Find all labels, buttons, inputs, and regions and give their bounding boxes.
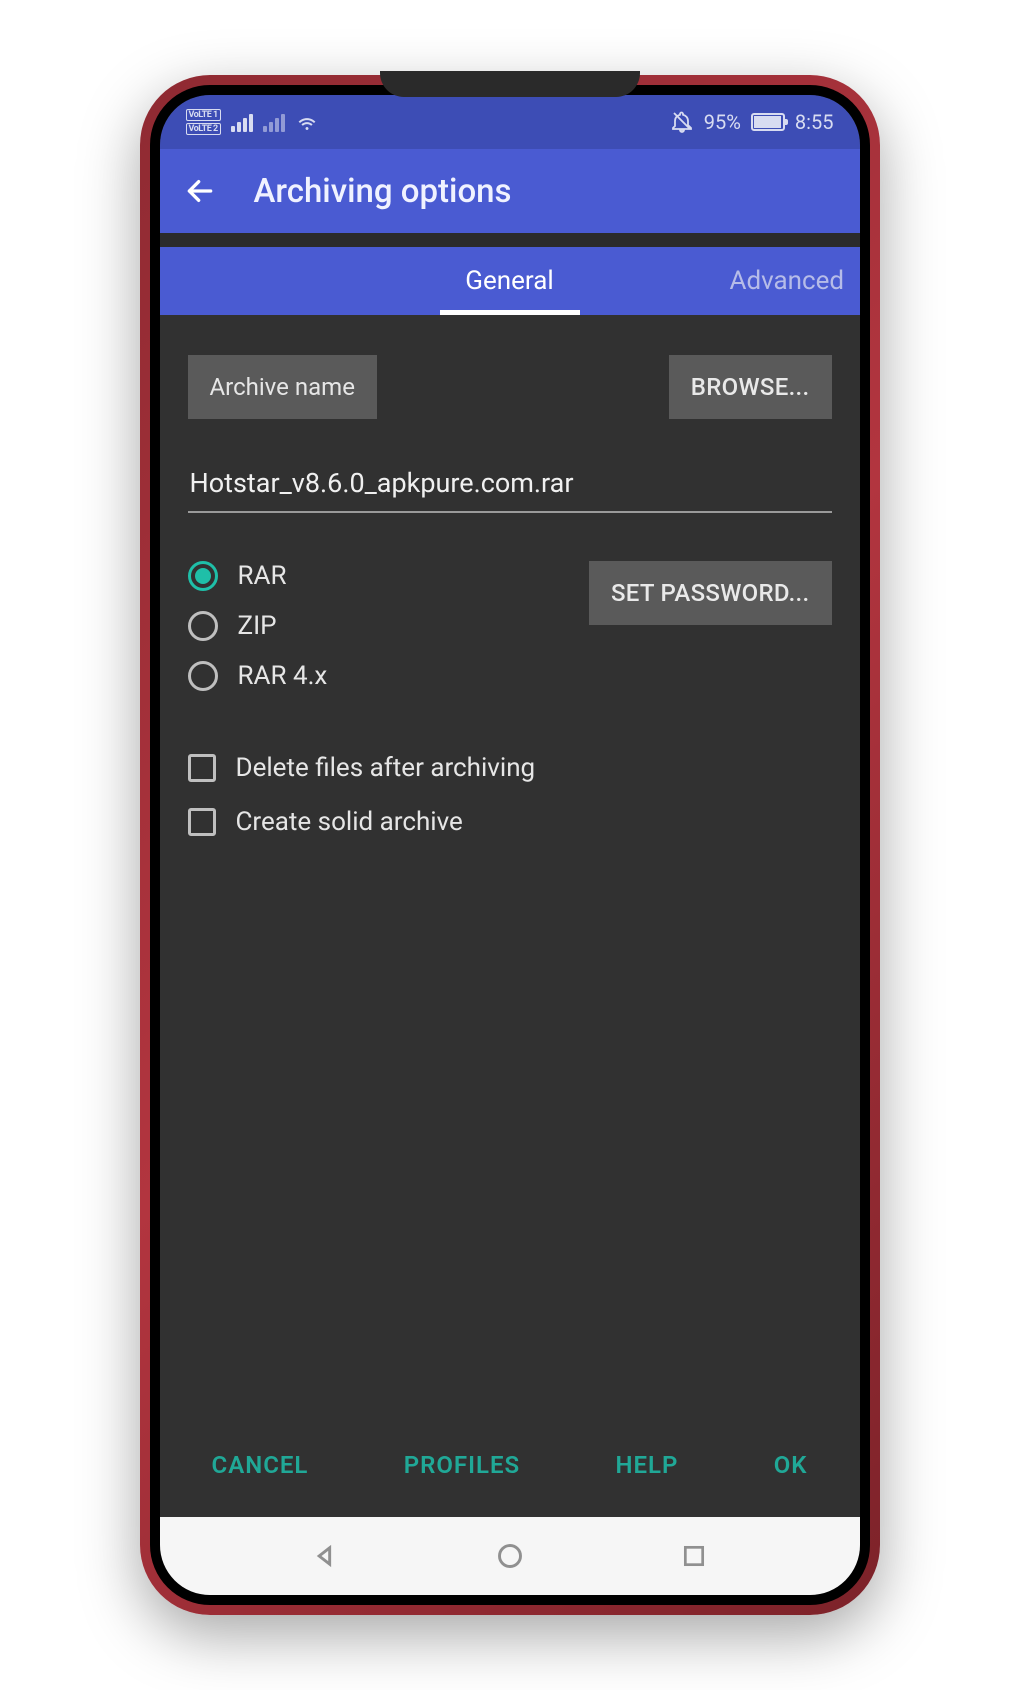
- volte-2-icon: VoLTE 2: [186, 123, 221, 135]
- nav-back-button[interactable]: [306, 1537, 344, 1575]
- mute-icon: [670, 110, 694, 134]
- divider: [160, 233, 860, 247]
- checkbox-label: Create solid archive: [236, 807, 463, 837]
- phone-bezel: VoLTE 1 VoLTE 2 95% 8:55: [150, 85, 870, 1605]
- tab-spacer-left: [160, 247, 310, 315]
- app-bar: Archiving options: [160, 149, 860, 233]
- nav-recent-button[interactable]: [675, 1537, 713, 1575]
- set-password-button[interactable]: SET PASSWORD...: [589, 561, 832, 625]
- back-button[interactable]: [182, 173, 218, 209]
- status-bar: VoLTE 1 VoLTE 2 95% 8:55: [160, 95, 860, 149]
- radio-zip[interactable]: ZIP: [188, 611, 328, 641]
- radio-rar[interactable]: RAR: [188, 561, 328, 591]
- checkbox-solid-archive[interactable]: Create solid archive: [188, 807, 832, 837]
- checkbox-icon: [188, 754, 216, 782]
- checkbox-icon: [188, 808, 216, 836]
- radio-label: RAR 4.x: [238, 661, 328, 691]
- signal-2-icon: [263, 112, 285, 132]
- browse-button[interactable]: BROWSE...: [669, 355, 832, 419]
- radio-label: RAR: [238, 561, 287, 591]
- checkbox-delete-after[interactable]: Delete files after archiving: [188, 753, 832, 783]
- cancel-button[interactable]: CANCEL: [198, 1441, 323, 1489]
- content-general: Archive name BROWSE... RAR ZIP: [160, 315, 860, 1517]
- tab-bar: General Advanced: [160, 247, 860, 315]
- checkbox-label: Delete files after archiving: [236, 753, 536, 783]
- status-right: 95% 8:55: [670, 110, 834, 134]
- phone-frame: VoLTE 1 VoLTE 2 95% 8:55: [140, 75, 880, 1615]
- options-checkbox-group: Delete files after archiving Create soli…: [188, 753, 832, 837]
- footer-actions: CANCEL PROFILES HELP OK: [188, 1417, 832, 1517]
- radio-icon: [188, 661, 218, 691]
- radio-label: ZIP: [238, 611, 277, 641]
- radio-rar4[interactable]: RAR 4.x: [188, 661, 328, 691]
- screen: VoLTE 1 VoLTE 2 95% 8:55: [160, 95, 860, 1595]
- archive-name-input[interactable]: [188, 457, 832, 513]
- volte-indicators: VoLTE 1 VoLTE 2: [186, 109, 221, 135]
- battery-icon: [751, 113, 785, 131]
- profiles-button[interactable]: PROFILES: [390, 1441, 534, 1489]
- square-icon: [681, 1543, 707, 1569]
- wifi-icon: [295, 110, 319, 134]
- archive-name-row: Archive name BROWSE...: [188, 355, 832, 419]
- help-button[interactable]: HELP: [602, 1441, 693, 1489]
- system-nav-bar: [160, 1517, 860, 1595]
- archive-name-label: Archive name: [188, 355, 377, 419]
- triangle-left-icon: [311, 1542, 339, 1570]
- format-radio-group: RAR ZIP RAR 4.x: [188, 561, 328, 691]
- format-row: RAR ZIP RAR 4.x SET PASSWORD...: [188, 561, 832, 691]
- signal-1-icon: [231, 112, 253, 132]
- tab-advanced[interactable]: Advanced: [710, 247, 860, 315]
- page-title: Archiving options: [254, 172, 512, 211]
- radio-icon: [188, 611, 218, 641]
- radio-icon: [188, 561, 218, 591]
- clock: 8:55: [795, 110, 834, 134]
- nav-home-button[interactable]: [491, 1537, 529, 1575]
- circle-icon: [496, 1542, 524, 1570]
- arrow-left-icon: [184, 175, 216, 207]
- status-left: VoLTE 1 VoLTE 2: [186, 109, 319, 135]
- volte-1-icon: VoLTE 1: [186, 109, 221, 121]
- ok-button[interactable]: OK: [760, 1441, 822, 1489]
- battery-percent: 95%: [704, 110, 741, 134]
- tab-general[interactable]: General: [310, 247, 710, 315]
